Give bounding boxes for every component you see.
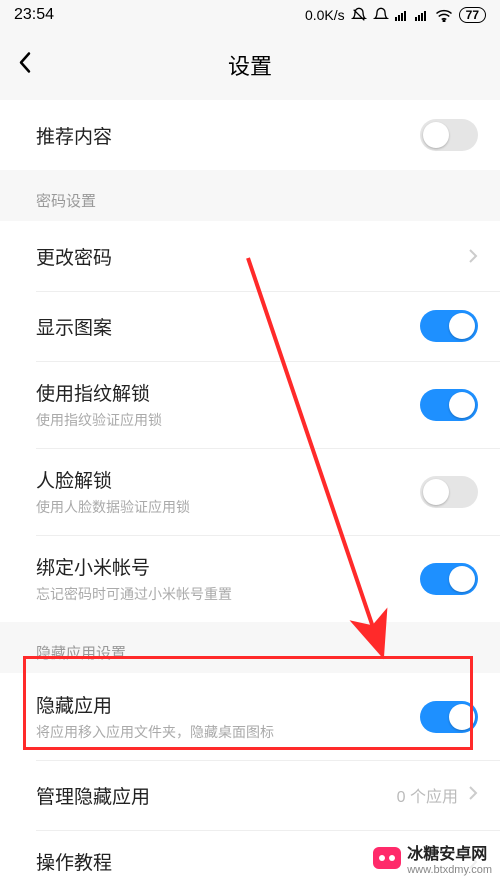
chevron-left-icon <box>18 52 32 74</box>
row-sublabel: 忘记密码时可通过小米帐号重置 <box>36 584 420 604</box>
row-face-unlock[interactable]: 人脸解锁 使用人脸数据验证应用锁 <box>0 448 500 535</box>
toggle-hide-apps[interactable] <box>420 701 478 733</box>
nav-bar: 设置 <box>0 30 500 100</box>
page-title: 设置 <box>228 49 272 81</box>
row-manage-hidden-apps[interactable]: 管理隐藏应用 0 个应用 <box>0 760 500 830</box>
row-hide-apps[interactable]: 隐藏应用 将应用移入应用文件夹，隐藏桌面图标 <box>0 673 500 760</box>
row-recommend-content[interactable]: 推荐内容 <box>0 100 500 170</box>
watermark-logo-icon <box>373 847 401 869</box>
row-sublabel: 将应用移入应用文件夹，隐藏桌面图标 <box>36 722 420 742</box>
network-speed: 0.0K/s <box>305 7 345 23</box>
bell-icon <box>373 7 389 23</box>
watermark: 冰糖安卓网 www.btxdmy.com <box>373 840 492 876</box>
signal-1-icon <box>395 9 409 21</box>
toggle-show-pattern[interactable] <box>420 310 478 342</box>
status-time: 23:54 <box>14 6 54 24</box>
row-label: 绑定小米帐号 <box>36 553 420 580</box>
signal-2-icon <box>415 9 429 21</box>
row-label: 人脸解锁 <box>36 466 420 493</box>
watermark-site: www.btxdmy.com <box>407 864 492 876</box>
chevron-right-icon <box>468 248 478 264</box>
row-label: 使用指纹解锁 <box>36 379 420 406</box>
row-show-pattern[interactable]: 显示图案 <box>0 291 500 361</box>
status-bar: 23:54 0.0K/s 77 <box>0 0 500 30</box>
row-label: 显示图案 <box>36 313 420 340</box>
wifi-icon <box>435 8 453 22</box>
toggle-face[interactable] <box>420 476 478 508</box>
row-sublabel: 使用指纹验证应用锁 <box>36 410 420 430</box>
section-header-password: 密码设置 <box>0 170 500 221</box>
toggle-bind-account[interactable] <box>420 563 478 595</box>
watermark-brand: 冰糖安卓网 <box>407 846 487 863</box>
row-fingerprint-unlock[interactable]: 使用指纹解锁 使用指纹验证应用锁 <box>0 361 500 448</box>
toggle-recommend[interactable] <box>420 119 478 151</box>
battery-indicator: 77 <box>459 7 486 23</box>
back-button[interactable] <box>18 52 32 79</box>
row-sublabel: 使用人脸数据验证应用锁 <box>36 497 420 517</box>
toggle-fingerprint[interactable] <box>420 389 478 421</box>
row-label: 推荐内容 <box>36 122 420 149</box>
status-indicators: 0.0K/s 77 <box>305 7 486 23</box>
row-label: 更改密码 <box>36 243 468 270</box>
row-label: 管理隐藏应用 <box>36 782 397 809</box>
row-bind-mi-account[interactable]: 绑定小米帐号 忘记密码时可通过小米帐号重置 <box>0 535 500 622</box>
section-header-hidden-apps: 隐藏应用设置 <box>0 622 500 673</box>
row-value: 0 个应用 <box>397 783 458 807</box>
row-label: 隐藏应用 <box>36 691 420 718</box>
dnd-icon <box>351 7 367 23</box>
row-change-password[interactable]: 更改密码 <box>0 221 500 291</box>
chevron-right-icon <box>468 785 478 806</box>
